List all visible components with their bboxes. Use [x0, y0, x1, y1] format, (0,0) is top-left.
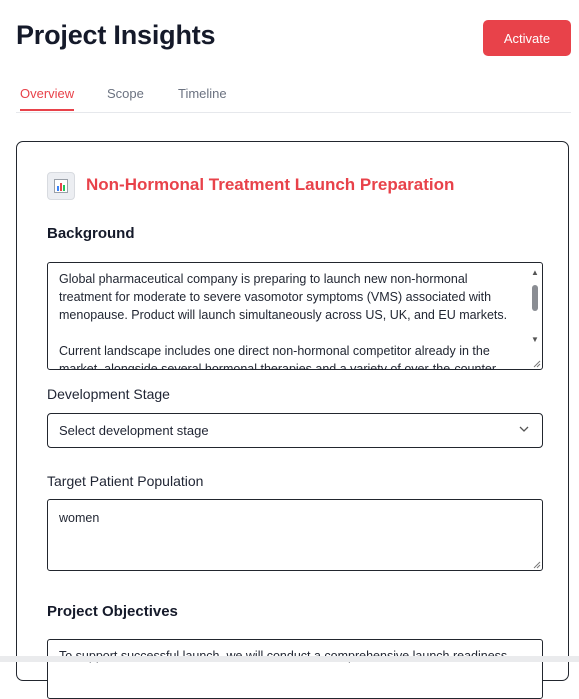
chevron-down-icon [519, 426, 529, 432]
background-heading: Background [47, 225, 135, 242]
tab-timeline[interactable]: Timeline [178, 86, 227, 111]
development-stage-label: Development Stage [47, 386, 170, 402]
bar-chart-icon [47, 172, 75, 200]
page-title: Project Insights [16, 20, 216, 50]
project-card: Non-Hormonal Treatment Launch Preparatio… [16, 141, 569, 699]
target-population-label: Target Patient Population [47, 473, 204, 489]
background-textarea[interactable]: Global pharmaceutical company is prepari… [47, 262, 543, 370]
activate-button[interactable]: Activate [483, 20, 571, 56]
resize-grip-icon[interactable] [533, 561, 541, 569]
background-scrollbar[interactable]: ▲ ▼ [528, 263, 542, 369]
scroll-thumb[interactable] [532, 285, 538, 311]
tab-scope[interactable]: Scope [107, 86, 144, 111]
target-population-value: women [59, 511, 100, 525]
scroll-up-icon[interactable]: ▲ [531, 268, 539, 277]
horizontal-scrollbar[interactable] [0, 656, 579, 662]
objectives-textarea[interactable]: To support successful launch, we will co… [47, 639, 543, 699]
objectives-heading: Project Objectives [47, 603, 178, 620]
development-stage-value: Select development stage [59, 423, 209, 438]
tab-overview[interactable]: Overview [20, 86, 75, 111]
resize-grip-icon[interactable] [533, 360, 541, 368]
background-text: Global pharmaceutical company is prepari… [59, 272, 508, 370]
tab-bar: Overview Scope Timeline [16, 80, 571, 113]
project-name: Non-Hormonal Treatment Launch Preparatio… [86, 175, 455, 194]
development-stage-select[interactable]: Select development stage [47, 413, 543, 448]
scroll-down-icon[interactable]: ▼ [531, 335, 539, 344]
target-population-textarea[interactable]: women [47, 499, 543, 571]
page-header: Project Insights Activate [0, 0, 579, 76]
